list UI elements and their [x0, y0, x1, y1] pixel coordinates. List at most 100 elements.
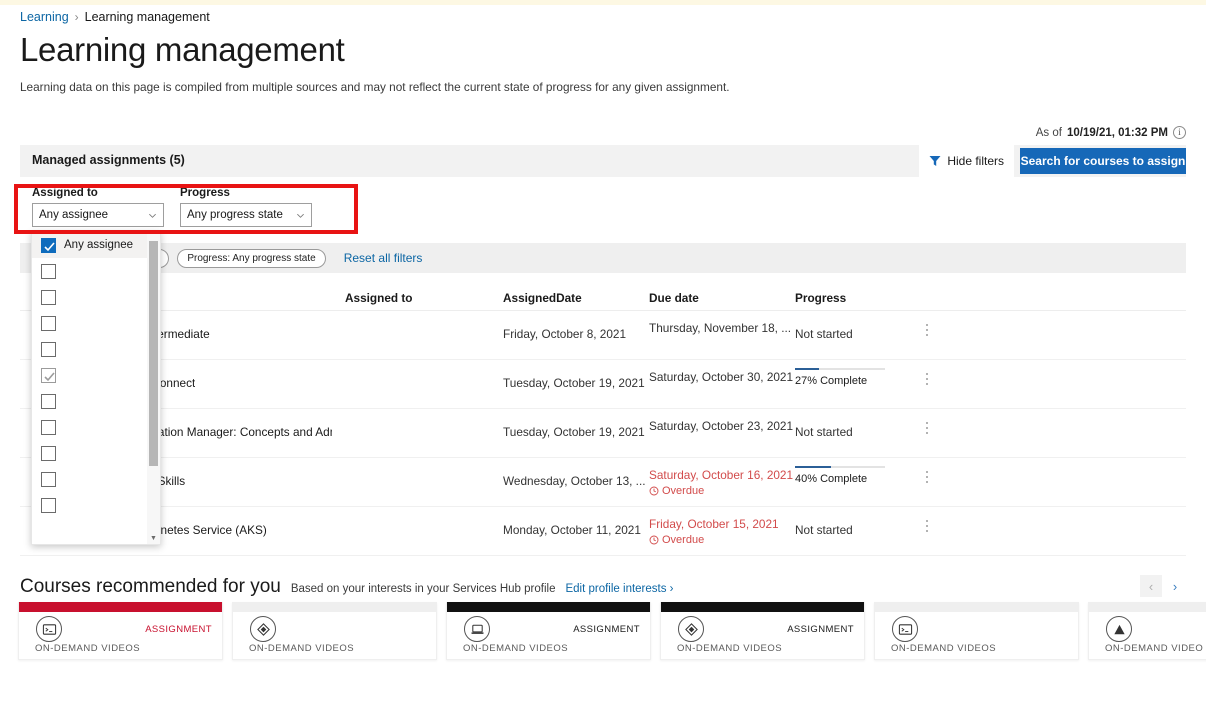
- cell-due-date: Saturday, October 23, 2021: [649, 419, 793, 433]
- progress-bar-track: [795, 368, 885, 370]
- option-checkbox[interactable]: [41, 289, 56, 305]
- filter-pill-progress[interactable]: Progress: Any progress state: [177, 248, 326, 268]
- breadcrumb-current: Learning management: [84, 10, 210, 24]
- due-date-text: Thursday, November 18, ...: [649, 321, 792, 335]
- cell-assigned-date: Monday, October 11, 2021: [503, 523, 641, 537]
- listbox-option[interactable]: [32, 310, 160, 336]
- more-options-icon[interactable]: [926, 324, 928, 339]
- listbox-scrollbar[interactable]: ▼: [147, 232, 160, 544]
- more-options-icon[interactable]: [926, 520, 928, 535]
- table-row[interactable]: System Center Configuration Manager: Con…: [20, 409, 1186, 458]
- option-checkbox[interactable]: [41, 237, 56, 253]
- breadcrumb-separator-icon: ›: [74, 10, 79, 24]
- listbox-option[interactable]: [32, 414, 160, 440]
- card-content-type: ON-DEMAND VIDEOS: [249, 643, 355, 654]
- card-assignment-tag: ASSIGNMENT: [573, 624, 640, 635]
- column-header-assigned-date[interactable]: AssignedDate: [503, 291, 582, 305]
- option-checkbox[interactable]: [41, 341, 56, 357]
- assigned-to-dropdown[interactable]: Any assignee: [32, 203, 164, 227]
- more-options-icon[interactable]: [926, 422, 928, 437]
- course-card[interactable]: ON-DEMAND VIDEO: [1088, 602, 1206, 660]
- card-content-type: ON-DEMAND VIDEOS: [891, 643, 997, 654]
- chevron-down-icon: [297, 213, 304, 218]
- due-date-text: Friday, October 15, 2021: [649, 517, 779, 531]
- listbox-option[interactable]: [32, 440, 160, 466]
- option-checkbox[interactable]: [41, 393, 56, 409]
- listbox-option[interactable]: Any assignee: [32, 232, 160, 258]
- carousel-next-button[interactable]: ›: [1164, 575, 1186, 597]
- column-header-progress[interactable]: Progress: [795, 291, 846, 305]
- progress-label: Progress: [180, 187, 230, 199]
- listbox-option[interactable]: [32, 284, 160, 310]
- triangle-icon: [1106, 616, 1132, 642]
- course-card[interactable]: ON-DEMAND VIDEOS: [874, 602, 1079, 660]
- assignments-table: Course Assigned to AssignedDate Due date…: [20, 273, 1186, 556]
- card-assignment-tag: ASSIGNMENT: [787, 624, 854, 635]
- option-checkbox[interactable]: [41, 263, 56, 279]
- diamond-icon: [250, 616, 276, 642]
- progress-bar-track: [795, 466, 885, 468]
- due-date-text: Saturday, October 23, 2021: [649, 419, 794, 433]
- hide-filters-label: Hide filters: [947, 154, 1004, 168]
- listbox-scrollbar-thumb[interactable]: [149, 241, 158, 466]
- carousel-prev-button[interactable]: ‹: [1140, 575, 1162, 597]
- reset-all-filters-link[interactable]: Reset all filters: [344, 251, 423, 265]
- option-checkbox[interactable]: [41, 367, 56, 383]
- listbox-option[interactable]: [32, 336, 160, 362]
- card-color-bar: [447, 602, 650, 612]
- scroll-down-arrow-icon[interactable]: ▼: [147, 532, 160, 544]
- listbox-option[interactable]: [32, 388, 160, 414]
- edit-profile-interests-link[interactable]: Edit profile interests ›: [565, 583, 673, 595]
- top-accent-strip: [0, 0, 1206, 5]
- table-row[interactable]: Azure Active Directory ConnectTuesday, O…: [20, 360, 1186, 409]
- table-row[interactable]: Azure Fundamentals IntermediateFriday, O…: [20, 311, 1186, 360]
- search-courses-to-assign-button[interactable]: Search for courses to assign: [1020, 148, 1186, 174]
- more-options-icon[interactable]: [926, 471, 928, 486]
- listbox-option[interactable]: [32, 362, 160, 388]
- table-row[interactable]: Written Communication SkillsWednesday, O…: [20, 458, 1186, 507]
- clock-icon: [649, 535, 659, 545]
- assignee-options-listbox[interactable]: Any assignee ▼: [31, 231, 161, 545]
- course-card[interactable]: ASSIGNMENT ON-DEMAND VIDEOS: [18, 602, 223, 660]
- cell-progress: 40% Complete: [795, 466, 891, 485]
- as-of-label: As of: [1035, 126, 1062, 139]
- overdue-badge: Overdue: [649, 485, 793, 497]
- card-color-bar: [233, 602, 436, 612]
- breadcrumb-link-learning[interactable]: Learning: [20, 10, 69, 24]
- laptop-icon: [464, 616, 490, 642]
- more-options-icon[interactable]: [926, 373, 928, 388]
- option-checkbox[interactable]: [41, 471, 56, 487]
- option-checkbox[interactable]: [41, 315, 56, 331]
- option-checkbox[interactable]: [41, 445, 56, 461]
- column-header-due-date[interactable]: Due date: [649, 291, 699, 305]
- learning-management-page: Learning › Learning management Learning …: [0, 0, 1206, 703]
- cell-assigned-date: Tuesday, October 19, 2021: [503, 425, 645, 439]
- panel-title: Managed assignments (5): [32, 153, 185, 167]
- course-card[interactable]: ON-DEMAND VIDEOS: [232, 602, 437, 660]
- cell-due-date: Saturday, October 30, 2021: [649, 370, 793, 384]
- listbox-option[interactable]: [32, 466, 160, 492]
- assigned-to-value: Any assignee: [39, 209, 109, 221]
- hide-filters-button[interactable]: Hide filters: [919, 145, 1014, 177]
- course-card[interactable]: ASSIGNMENT ON-DEMAND VIDEOS: [446, 602, 651, 660]
- progress-bar-fill: [795, 368, 820, 370]
- course-card[interactable]: ASSIGNMENT ON-DEMAND VIDEOS: [660, 602, 865, 660]
- table-row[interactable]: Configuring Azure Kubernetes Service (AK…: [20, 507, 1186, 556]
- card-content-type: ON-DEMAND VIDEOS: [463, 643, 569, 654]
- due-date-text: Saturday, October 30, 2021: [649, 370, 794, 384]
- info-icon[interactable]: i: [1173, 126, 1186, 139]
- option-checkbox[interactable]: [41, 419, 56, 435]
- assigned-to-label: Assigned to: [32, 187, 98, 199]
- checkmark-icon: [44, 371, 55, 381]
- recommended-courses-carousel: ASSIGNMENT ON-DEMAND VIDEOS ON-DEMAND VIDE…: [18, 602, 1206, 660]
- cell-assigned-date: Friday, October 8, 2021: [503, 327, 627, 341]
- listbox-option[interactable]: [32, 492, 160, 518]
- column-header-assigned-to[interactable]: Assigned to: [345, 291, 413, 305]
- listbox-option[interactable]: [32, 258, 160, 284]
- progress-dropdown[interactable]: Any progress state: [180, 203, 312, 227]
- progress-bar-fill: [795, 466, 831, 468]
- option-checkbox[interactable]: [41, 497, 56, 513]
- cell-progress: Not started: [795, 327, 853, 341]
- card-content-type: ON-DEMAND VIDEO: [1105, 643, 1204, 654]
- recommended-subtitle: Based on your interests in your Services…: [290, 583, 556, 595]
